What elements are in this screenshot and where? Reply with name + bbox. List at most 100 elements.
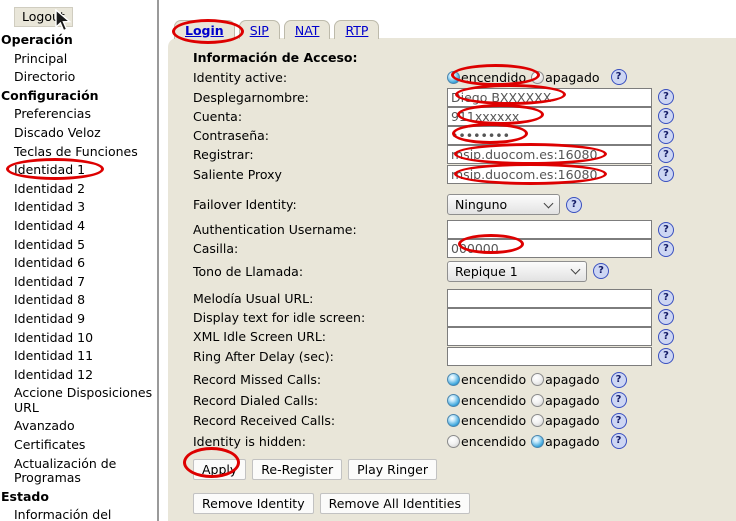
label-mailbox: Casilla: — [193, 241, 447, 256]
sidebar-item-identidad-6[interactable]: Identidad 6 — [0, 254, 157, 273]
radio-label-apagado: apagado — [545, 372, 599, 387]
radio-record-received-apagado[interactable] — [531, 414, 544, 427]
tab-label-sip: SIP — [250, 23, 269, 38]
select-ringtone[interactable]: Repique 1 — [447, 261, 587, 282]
tab-nat[interactable]: NAT — [284, 20, 331, 39]
label-registrar: Registrar: — [193, 147, 447, 162]
radio-identity-hidden-apagado[interactable] — [531, 435, 544, 448]
input-auth-username[interactable] — [447, 220, 652, 239]
apply-button[interactable]: Apply — [193, 459, 246, 480]
help-icon[interactable]: ? — [658, 89, 674, 105]
help-icon[interactable]: ? — [611, 392, 627, 408]
radio-record-received-encendido[interactable] — [447, 414, 460, 427]
input-custom-melody-url[interactable] — [447, 289, 652, 308]
sidebar-item-avanzado[interactable]: Avanzado — [0, 417, 157, 436]
row-ringtone: Tono de Llamada:Repique 1? — [193, 260, 674, 282]
input-ring-after-delay[interactable] — [447, 347, 652, 366]
sidebar-item-identidad-3[interactable]: Identidad 3 — [0, 198, 157, 217]
sidebar-item-discado-veloz[interactable]: Discado Veloz — [0, 124, 157, 143]
help-icon[interactable]: ? — [611, 413, 627, 429]
sidebar-menu: OperaciónPrincipalDirectorioConfiguració… — [0, 31, 157, 521]
sidebar-item-identidad-5[interactable]: Identidad 5 — [0, 236, 157, 255]
help-icon[interactable]: ? — [658, 348, 674, 364]
input-outbound-proxy[interactable]: msip.duocom.es:16080 — [447, 165, 652, 184]
help-icon[interactable]: ? — [658, 290, 674, 306]
remove-all-identities-button[interactable]: Remove All Identities — [320, 493, 470, 514]
sidebar-item-teclas-de-funciones[interactable]: Teclas de Funciones — [0, 143, 157, 162]
sidebar-item-identidad-8[interactable]: Identidad 8 — [0, 291, 157, 310]
sidebar-item-identidad-11[interactable]: Identidad 11 — [0, 347, 157, 366]
input-account[interactable]: 911xxxxxx — [447, 107, 652, 126]
radio-record-dialed-apagado[interactable] — [531, 394, 544, 407]
sidebar-item-identidad-10[interactable]: Identidad 10 — [0, 329, 157, 348]
radio-record-dialed-encendido[interactable] — [447, 394, 460, 407]
radio-identity-active-encendido[interactable] — [447, 71, 460, 84]
remove-identity-button[interactable]: Remove Identity — [193, 493, 314, 514]
sidebar-item-principal[interactable]: Principal — [0, 50, 157, 69]
help-icon[interactable]: ? — [658, 166, 674, 182]
help-icon[interactable]: ? — [593, 263, 609, 279]
label-ring-after-delay: Ring After Delay (sec): — [193, 349, 447, 364]
tab-sip[interactable]: SIP — [239, 20, 280, 39]
label-password: Contraseña: — [193, 128, 447, 143]
select-failover-identity[interactable]: Ninguno — [447, 194, 560, 215]
row-mailbox: Casilla:000000? — [193, 239, 674, 258]
help-icon[interactable]: ? — [658, 241, 674, 257]
play-ringer-button[interactable]: Play Ringer — [348, 459, 437, 480]
label-xml-idle-url: XML Idle Screen URL: — [193, 329, 447, 344]
sidebar-header-configuracion: Configuración — [0, 87, 157, 106]
help-icon[interactable]: ? — [658, 128, 674, 144]
row-auth-username: Authentication Username:? — [193, 220, 674, 239]
help-icon[interactable]: ? — [658, 309, 674, 325]
sidebar: Logout OperaciónPrincipalDirectorioConfi… — [0, 0, 157, 521]
input-display-name[interactable]: Diego BXXXXXX — [447, 88, 652, 107]
help-icon[interactable]: ? — [611, 372, 627, 388]
help-icon[interactable]: ? — [658, 147, 674, 163]
help-icon[interactable]: ? — [566, 197, 582, 213]
input-mailbox[interactable]: 000000 — [447, 239, 652, 258]
sidebar-header-estado: Estado — [0, 488, 157, 507]
sidebar-item-identidad-7[interactable]: Identidad 7 — [0, 273, 157, 292]
sidebar-item-identidad-9[interactable]: Identidad 9 — [0, 310, 157, 329]
radio-record-missed-apagado[interactable] — [531, 373, 544, 386]
re-register-button[interactable]: Re-Register — [252, 459, 342, 480]
label-ringtone: Tono de Llamada: — [193, 264, 447, 279]
sidebar-item-identidad-1[interactable]: Identidad 1 — [0, 161, 157, 180]
main-panel: Información de Acceso: Identity active:e… — [168, 38, 736, 521]
radio-identity-hidden-encendido[interactable] — [447, 435, 460, 448]
tab-rtp[interactable]: RTP — [334, 20, 379, 39]
help-icon[interactable]: ? — [658, 329, 674, 345]
logout-button[interactable]: Logout — [14, 7, 73, 27]
help-icon[interactable]: ? — [611, 69, 627, 85]
radio-label-encendido: encendido — [461, 372, 526, 387]
radio-record-missed-encendido[interactable] — [447, 373, 460, 386]
radio-label-encendido: encendido — [461, 434, 526, 449]
help-icon[interactable]: ? — [658, 222, 674, 238]
row-record-received: Record Received Calls:encendidoapagado? — [193, 410, 674, 430]
input-xml-idle-url[interactable] — [447, 327, 652, 346]
sidebar-item-actualizacion-de-programas[interactable]: Actualización de Programas — [0, 455, 157, 488]
tab-bar: Login SIP NATRTP — [174, 20, 379, 39]
sidebar-item-identidad-12[interactable]: Identidad 12 — [0, 366, 157, 385]
help-icon[interactable]: ? — [658, 108, 674, 124]
sidebar-item-preferencias[interactable]: Preferencias — [0, 105, 157, 124]
tab-login[interactable]: Login — [174, 20, 235, 39]
chevron-down-icon — [544, 198, 554, 208]
sidebar-item-identidad-4[interactable]: Identidad 4 — [0, 217, 157, 236]
radio-label-apagado: apagado — [545, 70, 599, 85]
input-registrar[interactable]: msip.duocom.es:16080 — [447, 145, 652, 164]
radio-identity-active-apagado[interactable] — [531, 71, 544, 84]
help-icon[interactable]: ? — [611, 433, 627, 449]
radio-label-encendido: encendido — [461, 70, 526, 85]
sidebar-item-certificates[interactable]: Certificates — [0, 436, 157, 455]
row-registrar: Registrar:msip.duocom.es:16080? — [193, 145, 674, 164]
sidebar-item-directorio[interactable]: Directorio — [0, 68, 157, 87]
input-password[interactable]: •••••••• — [447, 126, 652, 145]
radio-label-apagado: apagado — [545, 434, 599, 449]
sidebar-item-accione-disposiciones-url[interactable]: Accione Disposiciones URL — [0, 384, 157, 417]
sidebar-item-identidad-2[interactable]: Identidad 2 — [0, 180, 157, 199]
radio-label-encendido: encendido — [461, 413, 526, 428]
label-record-missed: Record Missed Calls: — [193, 372, 447, 387]
sidebar-item-informacion-del-sistema[interactable]: Información del Sistema — [0, 506, 157, 521]
input-idle-text[interactable] — [447, 308, 652, 327]
